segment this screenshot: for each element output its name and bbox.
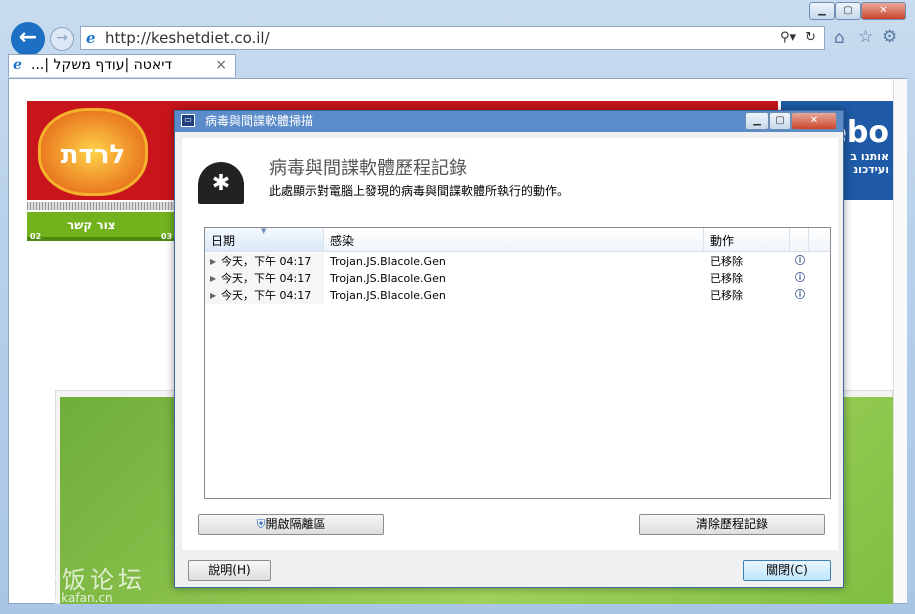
column-header-action[interactable]: 動作 xyxy=(704,228,790,252)
dialog-close-button[interactable]: ✕ xyxy=(791,112,837,130)
open-quarantine-button[interactable]: ⛨開啟隔離區 xyxy=(198,514,384,535)
site-logo: לרדת xyxy=(38,108,148,196)
back-icon: ← xyxy=(18,25,38,50)
expand-arrow-icon[interactable]: ▶ xyxy=(210,287,216,304)
address-bar[interactable]: e http://keshetdiet.co.il/ ⚲▾ ↻ xyxy=(80,26,825,50)
dialog-maximize-button[interactable]: ▢ xyxy=(769,112,791,130)
table-row[interactable]: ▶ 今天，下午 04:17 Trojan.JS.Blacole.Gen 已移除 … xyxy=(205,287,830,304)
dialog-heading: 病毒與間諜軟體歷程記錄 xyxy=(269,158,467,179)
dialog-description: 此處顯示對電腦上發現的病毒與間諜軟體所執行的動作。 xyxy=(269,184,570,198)
expand-arrow-icon[interactable]: ▶ xyxy=(210,253,216,270)
tab-title: דיאטה |עודף משקל |... xyxy=(31,57,172,73)
dialog-minimize-button[interactable]: ▁ xyxy=(745,112,769,130)
uac-shield-icon: ⛨ xyxy=(256,517,266,531)
nav-item-contact[interactable]: צור קשר 02 03 xyxy=(27,212,175,241)
expand-arrow-icon[interactable]: ▶ xyxy=(210,270,216,287)
table-row[interactable]: ▶ 今天，下午 04:17 Trojan.JS.Blacole.Gen 已移除 … xyxy=(205,253,830,270)
minimize-button[interactable]: ▁ xyxy=(809,2,835,20)
sort-arrow-icon: ▼ xyxy=(261,227,267,235)
info-icon[interactable]: ⓘ xyxy=(795,253,805,270)
refresh-icon[interactable]: ↻ xyxy=(805,27,816,49)
close-dialog-button[interactable]: 關閉(C) xyxy=(743,560,831,581)
search-icon[interactable]: ⚲▾ xyxy=(780,27,796,49)
info-icon[interactable]: ⓘ xyxy=(795,287,805,304)
watermark-url: bbs.kafan.cn xyxy=(36,591,113,605)
gear-icon[interactable]: ⚙ xyxy=(882,27,897,47)
column-header-info xyxy=(790,228,809,252)
maximize-button[interactable]: ▢ xyxy=(835,2,861,20)
close-button[interactable]: ✕ xyxy=(861,2,906,20)
clear-history-button[interactable]: 清除歷程記錄 xyxy=(639,514,825,535)
favorites-star-icon[interactable]: ☆ xyxy=(858,27,873,47)
watermark: 卡饭论坛 xyxy=(34,566,146,594)
browser-tab[interactable]: e דיאטה |עודף משקל |... × xyxy=(8,54,236,77)
dialog-titlebar: ▭ 病毒與間諜軟體掃描 ▁ ▢ ✕ xyxy=(175,111,843,132)
close-tab-icon[interactable]: × xyxy=(215,55,227,76)
dialog-title: 病毒與間諜軟體掃描 xyxy=(205,114,314,128)
scrollbar[interactable] xyxy=(893,79,907,603)
column-header-infection[interactable]: 感染 xyxy=(324,228,704,252)
forward-icon: → xyxy=(56,30,68,46)
url-text: http://keshetdiet.co.il/ xyxy=(105,29,270,47)
column-header-date[interactable]: 日期 ▼ xyxy=(205,227,324,252)
scan-history-dialog: ▭ 病毒與間諜軟體掃描 ▁ ▢ ✕ ✱ 病毒與間諜軟體歷程記錄 此處顯示對電腦上… xyxy=(174,110,844,588)
home-icon[interactable]: ⌂ xyxy=(834,28,845,48)
ie-icon: e xyxy=(13,57,22,73)
bug-shield-icon: ✱ xyxy=(198,162,244,204)
app-icon: ▭ xyxy=(181,114,195,127)
info-icon[interactable]: ⓘ xyxy=(795,270,805,287)
history-table: 日期 ▼ 感染 動作 ▶ 今天，下午 04:17 Trojan.JS.Blacol… xyxy=(204,227,831,499)
divider xyxy=(27,202,175,210)
help-button[interactable]: 說明(H) xyxy=(188,560,271,581)
dialog-body: ✱ 病毒與間諜軟體歷程記錄 此處顯示對電腦上發現的病毒與間諜軟體所執行的動作。 … xyxy=(182,138,838,550)
column-header-filler xyxy=(809,228,830,252)
back-button[interactable]: ← xyxy=(11,22,45,56)
ie-icon: e xyxy=(86,29,96,47)
forward-button[interactable]: → xyxy=(50,27,74,51)
table-row[interactable]: ▶ 今天，下午 04:17 Trojan.JS.Blacole.Gen 已移除 … xyxy=(205,270,830,287)
